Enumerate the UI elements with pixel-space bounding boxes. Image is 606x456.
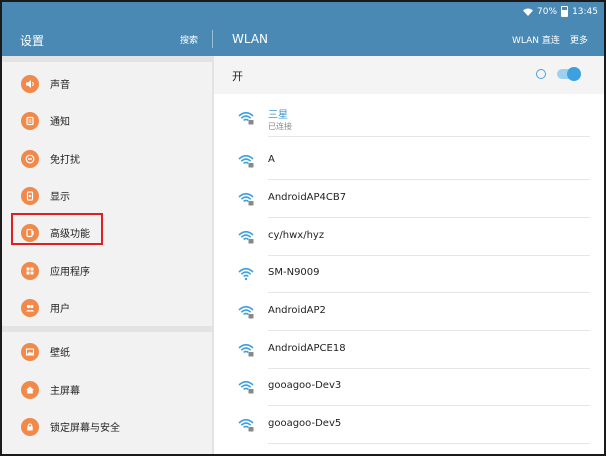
row-divider <box>268 443 590 444</box>
sidebar-item-home-screen[interactable]: 主屏幕 <box>2 371 212 408</box>
network-name: SM-N9009 <box>268 267 320 278</box>
network-item[interactable]: AndroidAPCE18 <box>214 331 604 369</box>
users-icon <box>21 298 39 317</box>
sidebar-item-wallpaper[interactable]: 壁纸 <box>2 333 212 370</box>
sidebar-item-notifications[interactable]: 通知 <box>2 102 212 139</box>
network-item[interactable]: A <box>214 142 604 180</box>
sidebar-item-label: 免打扰 <box>50 155 80 166</box>
network-item[interactable]: AndroidAP4CB7 <box>214 180 604 218</box>
wlan-direct-button[interactable]: WLAN 直连 <box>512 33 560 46</box>
network-name: 三星 <box>268 110 288 121</box>
network-item[interactable]: 三星 已连接 <box>214 99 604 137</box>
network-name: AndroidAPCE18 <box>268 343 346 354</box>
sidebar-item-users[interactable]: 用户 <box>2 289 212 326</box>
wifi-secured-icon <box>238 343 254 357</box>
home-icon <box>21 380 39 399</box>
sidebar-item-sound[interactable]: 声音 <box>2 65 212 102</box>
wifi-status-icon <box>523 8 534 16</box>
network-name: AndroidAP2 <box>268 305 326 316</box>
network-name: A <box>268 154 275 165</box>
wlan-toggle-label: 开 <box>232 70 243 83</box>
more-button[interactable]: 更多 <box>570 33 588 46</box>
sidebar-item-label: 应用程序 <box>50 267 90 278</box>
sidebar-item-apps[interactable]: 应用程序 <box>2 252 212 289</box>
speaker-icon <box>21 74 39 93</box>
sidebar-item-label: 声音 <box>50 80 70 91</box>
app-bar-divider <box>212 30 213 48</box>
app-bar: 设置 搜索 WLAN WLAN 直连 更多 <box>2 22 604 56</box>
sidebar-item-label: 显示 <box>50 192 70 203</box>
network-item[interactable]: cy/hwx/hyz <box>214 218 604 256</box>
display-icon <box>21 186 39 205</box>
sidebar-divider <box>2 326 212 332</box>
sidebar-item-label: 主屏幕 <box>50 386 80 397</box>
sidebar-item-label: 壁纸 <box>50 348 70 359</box>
apps-grid-icon <box>21 261 39 280</box>
do-not-disturb-icon <box>21 149 39 168</box>
wifi-secured-icon <box>238 111 254 125</box>
search-button[interactable]: 搜索 <box>180 33 198 46</box>
wifi-secured-icon <box>238 418 254 432</box>
row-divider <box>268 136 590 137</box>
wallpaper-icon <box>21 342 39 361</box>
wifi-secured-icon <box>238 192 254 206</box>
notification-icon <box>21 111 39 130</box>
settings-sidebar: 声音 通知 免打扰 显示 高级功能 应用程序 用户 壁纸 主屏幕 锁定屏幕与安全 <box>2 56 212 454</box>
network-name: AndroidAP4CB7 <box>268 192 347 203</box>
sidebar-item-lock-screen[interactable]: 锁定屏幕与安全 <box>2 408 212 445</box>
switch-knob <box>567 67 581 81</box>
status-bar: 70% 13:45 <box>2 2 604 22</box>
network-item[interactable]: gooagoo-Dev5 <box>214 406 604 444</box>
network-item[interactable]: AndroidAP2 <box>214 293 604 331</box>
network-name: cy/hwx/hyz <box>268 230 325 241</box>
wifi-secured-icon <box>238 230 254 244</box>
wlan-toggle-switch[interactable] <box>557 67 581 81</box>
wifi-secured-icon <box>238 305 254 319</box>
sidebar-item-label: 通知 <box>50 117 70 128</box>
wifi-secured-icon <box>238 154 254 168</box>
wlan-title: WLAN <box>232 32 269 46</box>
network-item[interactable]: SM-N9009 <box>214 255 604 293</box>
sidebar-divider <box>2 56 212 62</box>
sidebar-item-do-not-disturb[interactable]: 免打扰 <box>2 140 212 177</box>
highlight-box <box>11 213 103 245</box>
clock: 13:45 <box>572 6 598 17</box>
wifi-secured-icon <box>238 380 254 394</box>
network-item[interactable]: gooagoo-Dev3 <box>214 368 604 406</box>
battery-icon <box>561 6 569 17</box>
settings-title: 设置 <box>20 34 45 48</box>
network-status: 已连接 <box>268 122 292 131</box>
wlan-toggle-row[interactable]: 开 <box>214 56 604 94</box>
wlan-pane: 开 三星 已连接 A AndroidAP4CB7 cy/hwx/hyz SM-N… <box>214 56 604 454</box>
wifi-icon <box>238 267 254 281</box>
status-ring-icon <box>536 69 546 79</box>
network-name: gooagoo-Dev3 <box>268 380 342 391</box>
sidebar-item-label: 锁定屏幕与安全 <box>50 423 120 434</box>
lock-icon <box>21 417 39 436</box>
screen-frame: 70% 13:45 设置 搜索 WLAN WLAN 直连 更多 声音 通知 免打… <box>0 0 606 456</box>
network-name: gooagoo-Dev5 <box>268 418 342 429</box>
battery-percent: 70% <box>537 6 558 17</box>
sidebar-item-label: 用户 <box>50 304 70 315</box>
sidebar-item-display[interactable]: 显示 <box>2 177 212 214</box>
